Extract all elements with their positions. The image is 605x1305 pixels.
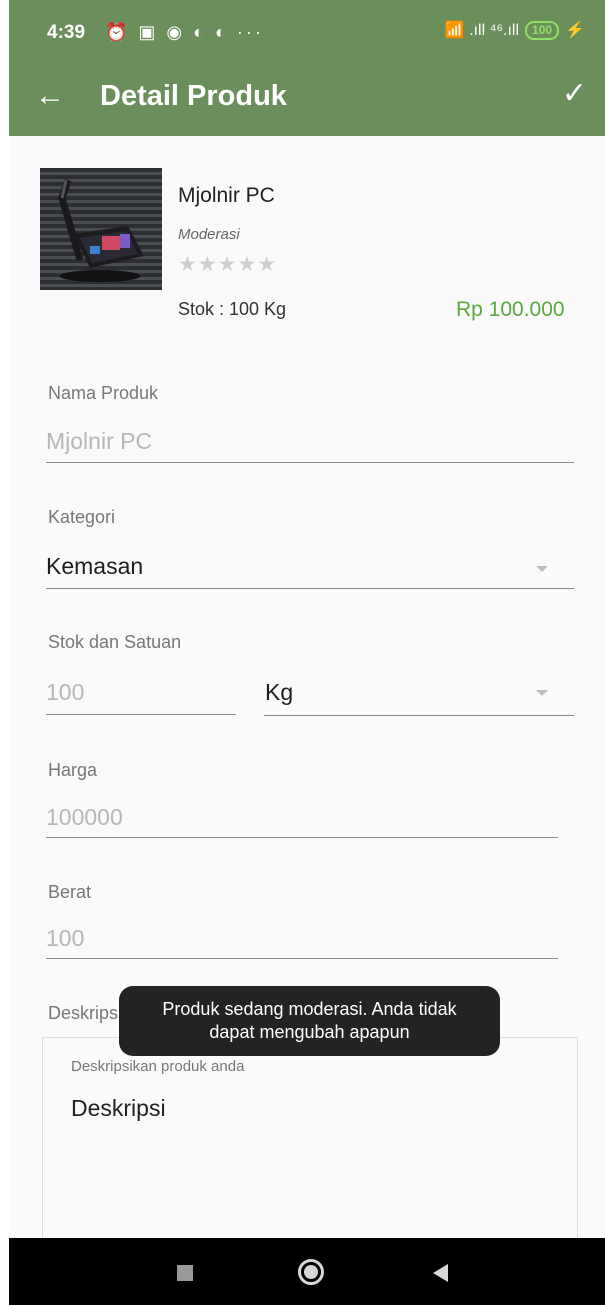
berat-field[interactable]: 100 — [46, 925, 84, 952]
berat-label: Berat — [48, 882, 92, 902]
check-icon[interactable]: ✓ — [562, 76, 587, 111]
berat-underline — [46, 958, 558, 959]
nama-produk-field[interactable]: Mjolnir PC — [46, 428, 152, 455]
deskripsi-textarea[interactable]: Deskripsikan produk anda Deskripsi — [42, 1037, 578, 1269]
harga-underline — [46, 837, 558, 838]
deskripsi-hint: Deskripsikan produk anda — [71, 1058, 245, 1075]
back-triangle-icon[interactable] — [433, 1264, 448, 1282]
nama-produk-underline — [46, 462, 574, 463]
notification-icons: ⏰ ▣ ◉ ◐ ◐ ··· — [105, 22, 264, 42]
product-stock: Stok : 100 Kg — [178, 299, 287, 319]
status-right: 📶 .ıll ⁴⁶.ıll 100 ⚡ — [445, 20, 585, 40]
deskripsi-value: Deskripsi — [71, 1095, 166, 1121]
status-time: 4:39 — [47, 22, 86, 43]
unit-dropdown-icon[interactable] — [536, 690, 548, 696]
left-edge — [0, 0, 9, 1305]
kategori-label: Kategori — [48, 507, 116, 527]
nama-produk-label: Nama Produk — [48, 383, 159, 403]
moderation-toast: Produk sedang moderasi. Anda tidak dapat… — [119, 986, 500, 1056]
moderation-status: Moderasi — [178, 226, 240, 243]
stok-satuan-label: Stok dan Satuan — [48, 632, 182, 652]
kategori-underline — [46, 588, 574, 589]
status-bar: 4:39 ⏰ ▣ ◉ ◐ ◐ ··· 📶 .ıll ⁴⁶.ıll 100 ⚡ — [9, 0, 605, 62]
page-title: Detail Produk — [100, 80, 287, 112]
battery-icon: 100 — [525, 20, 560, 40]
stock-underline — [46, 714, 236, 715]
charging-icon: ⚡ — [565, 22, 585, 39]
app-bar: ← Detail Produk ✓ — [9, 62, 605, 136]
kategori-select[interactable]: Kemasan — [46, 553, 143, 580]
product-image — [40, 168, 162, 290]
home-icon[interactable] — [298, 1259, 324, 1285]
recents-icon[interactable] — [177, 1265, 193, 1281]
kategori-dropdown-icon[interactable] — [536, 566, 548, 572]
unit-select[interactable]: Kg — [265, 679, 293, 706]
back-arrow-icon[interactable]: ← — [35, 78, 65, 114]
signal-icon: 📶 .ıll ⁴⁶.ıll — [444, 22, 520, 39]
product-name: Mjolnir PC — [178, 184, 275, 207]
stock-field[interactable]: 100 — [46, 679, 84, 706]
unit-underline — [264, 715, 574, 716]
rating-stars: ★★★★★ — [178, 253, 278, 276]
harga-field[interactable]: 100000 — [46, 804, 123, 831]
system-nav-bar — [9, 1238, 605, 1305]
toast-message: Produk sedang moderasi. Anda tidak dapat… — [162, 999, 457, 1042]
harga-label: Harga — [48, 760, 98, 780]
deskripsi-label: Deskripsi — [48, 1003, 123, 1023]
product-price: Rp 100.000 — [456, 298, 565, 321]
